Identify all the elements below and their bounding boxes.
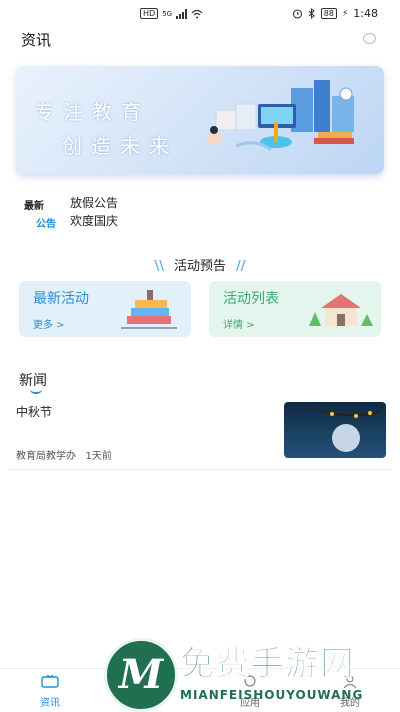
signal-icon <box>176 8 188 19</box>
divider <box>10 469 390 470</box>
clock: 1:48 <box>353 7 378 20</box>
news-heading-underline <box>30 389 42 394</box>
battery-indicator: 88 <box>320 8 337 19</box>
news-heading: 新闻 <box>19 373 47 389</box>
news-meta: 教育局教学办 1天前 <box>16 447 112 462</box>
latest-activity-title: 最新活动 <box>33 291 89 307</box>
hd-indicator: HD <box>140 8 159 19</box>
notice-list: 放假公告 欢度国庆 <box>70 194 118 230</box>
banner-slogan-line1: 专注教育 <box>34 100 150 124</box>
news-thumbnail <box>284 402 386 458</box>
page-title: 资讯 <box>21 31 52 49</box>
bluetooth-icon <box>308 8 315 19</box>
activity-preview-heading: \\ 活动预告 // <box>0 255 400 274</box>
latest-activity-more-link[interactable]: 更多 > <box>33 316 65 331</box>
books-illustration <box>121 290 177 329</box>
activity-list-card[interactable]: 活动列表 详情 > <box>209 281 381 337</box>
notice-badge: 最新 公告 <box>24 197 62 230</box>
charging-icon: ⚡ <box>341 8 349 19</box>
banner-slogan-line2: 创造未来 <box>62 134 178 158</box>
watermark-logo-letter: M <box>118 651 164 698</box>
education-scene-illustration <box>208 80 354 152</box>
wifi-icon <box>191 9 203 18</box>
activity-list-title: 活动列表 <box>223 291 279 307</box>
news-list-item[interactable]: 中秋节 教育局教学办 1天前 <box>0 398 400 470</box>
status-bar: HD 5G 88 ⚡ 1:48 <box>0 0 400 26</box>
mid-autumn-moon-image <box>313 407 381 452</box>
notice-badge-bottom: 公告 <box>36 219 56 230</box>
notice-item[interactable]: 放假公告 <box>70 194 118 212</box>
decor-slash-left: \\ <box>154 259 164 274</box>
news-title: 中秋节 <box>16 405 53 419</box>
tab-news-label: 资讯 <box>40 698 60 709</box>
site-watermark: M 免费手游网 MIANFEISHOUYOUWANG <box>104 636 394 712</box>
watermark-text-en: MIANFEISHOUYOUWANG <box>180 688 364 702</box>
tv-icon <box>41 675 59 688</box>
watermark-logo: M <box>104 638 178 712</box>
house-illustration <box>309 294 373 326</box>
news-time: 1天前 <box>85 451 112 462</box>
watermark-text-cn: 免费手游网 <box>180 644 355 685</box>
banner-carousel[interactable]: 专注教育 创造未来 <box>16 66 384 174</box>
chat-bubble-icon[interactable] <box>363 33 376 44</box>
latest-activity-card[interactable]: 最新活动 更多 > <box>19 281 191 337</box>
notice-item[interactable]: 欢度国庆 <box>70 212 118 230</box>
news-source: 教育局教学办 <box>16 451 76 462</box>
alarm-icon <box>292 9 302 19</box>
network-type: 5G <box>162 9 173 18</box>
decor-slash-right: // <box>236 259 246 274</box>
activity-preview-title: 活动预告 <box>173 259 226 274</box>
activity-list-details-link[interactable]: 详情 > <box>223 316 255 331</box>
tab-news[interactable]: 资讯 <box>0 669 100 712</box>
notice-badge-top: 最新 <box>24 201 44 212</box>
